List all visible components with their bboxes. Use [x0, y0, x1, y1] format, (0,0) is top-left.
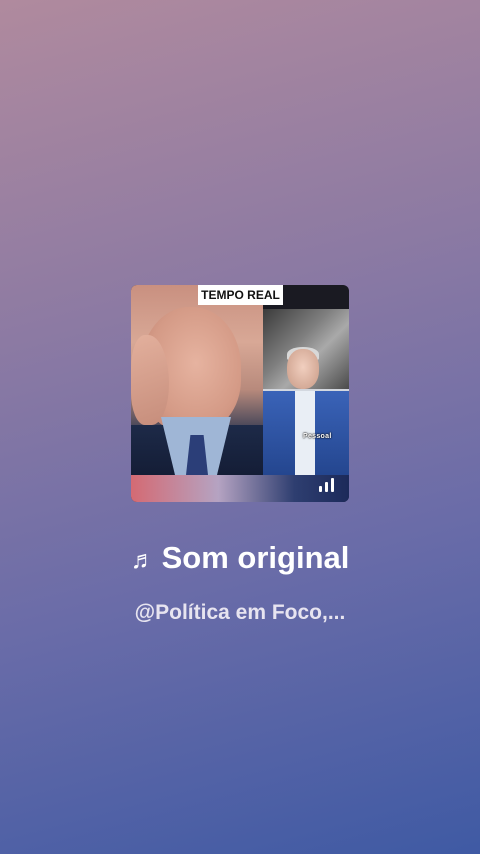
music-note-icon: ♬ — [130, 546, 156, 574]
cover-photo-right: Pessoal — [263, 309, 349, 475]
cover-photo-left — [131, 285, 263, 475]
cover-tag: TEMPO REAL — [198, 285, 283, 305]
audio-author-link[interactable]: @Política em Foco,... — [0, 601, 480, 625]
cover-caption: Pessoal — [303, 433, 332, 440]
audio-cover-art[interactable]: Pessoal TEMPO REAL — [131, 285, 349, 502]
cover-bottom-strip — [131, 475, 349, 502]
audio-title-row[interactable]: ♬ Som original — [0, 540, 480, 576]
audio-title: Som original — [161, 540, 350, 575]
audio-bars-icon — [319, 478, 337, 492]
